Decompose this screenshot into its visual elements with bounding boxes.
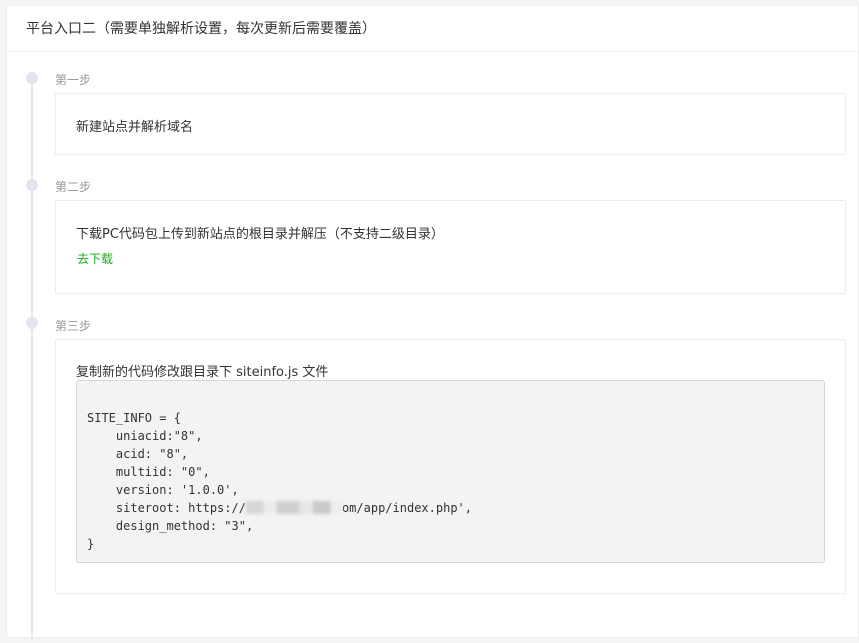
platform-entry-panel: 平台入口二（需要单独解析设置，每次更新后需要覆盖） 第一步 新建站点并解析域名 … [6,5,859,640]
steps-timeline: 第一步 新建站点并解析域名 第二步 下载PC代码包上传到新站点的根目录并解压（不… [7,52,858,640]
step-3-text: 复制新的代码修改跟目录下 siteinfo.js 文件 [76,365,329,380]
code-line: acid: "8", [87,447,189,461]
siteroot-suffix: om/app/index.php', [341,501,472,515]
step-2-card: 下载PC代码包上传到新站点的根目录并解压（不支持二级目录） 去下载 [55,200,846,294]
code-line: design_method: "3", [87,519,254,533]
redacted-domain [245,501,342,514]
step-1-title: 第一步 [55,73,92,87]
step-3-title: 第三步 [55,319,92,333]
timeline-line [31,80,33,640]
code-line: SITE_INFO = { [87,411,181,425]
step-2-text: 下载PC代码包上传到新站点的根目录并解压（不支持二级目录） [76,227,444,242]
timeline-dot-step-3 [26,317,38,329]
step-2-title: 第二步 [55,180,92,194]
siteinfo-code-block[interactable]: SITE_INFO = { uniacid:"8", acid: "8", mu… [76,380,825,563]
download-link[interactable]: 去下载 [77,250,113,267]
step-1-text: 新建站点并解析域名 [76,120,194,135]
siteroot-prefix: siteroot: https:// [87,501,246,515]
code-line-siteroot: siteroot: https:// om/app/index.php', [87,499,824,517]
step-1-card: 新建站点并解析域名 [55,93,846,155]
timeline-dot-step-2 [26,179,38,191]
code-line: version: '1.0.0', [87,483,239,497]
code-line: multiid: "0", [87,465,210,479]
panel-title: 平台入口二（需要单独解析设置，每次更新后需要覆盖） [7,6,858,52]
code-line: uniacid:"8", [87,429,203,443]
timeline-dot-step-1 [26,72,38,84]
step-3-card: 复制新的代码修改跟目录下 siteinfo.js 文件 SITE_INFO = … [55,339,846,594]
code-line: } [87,537,95,551]
